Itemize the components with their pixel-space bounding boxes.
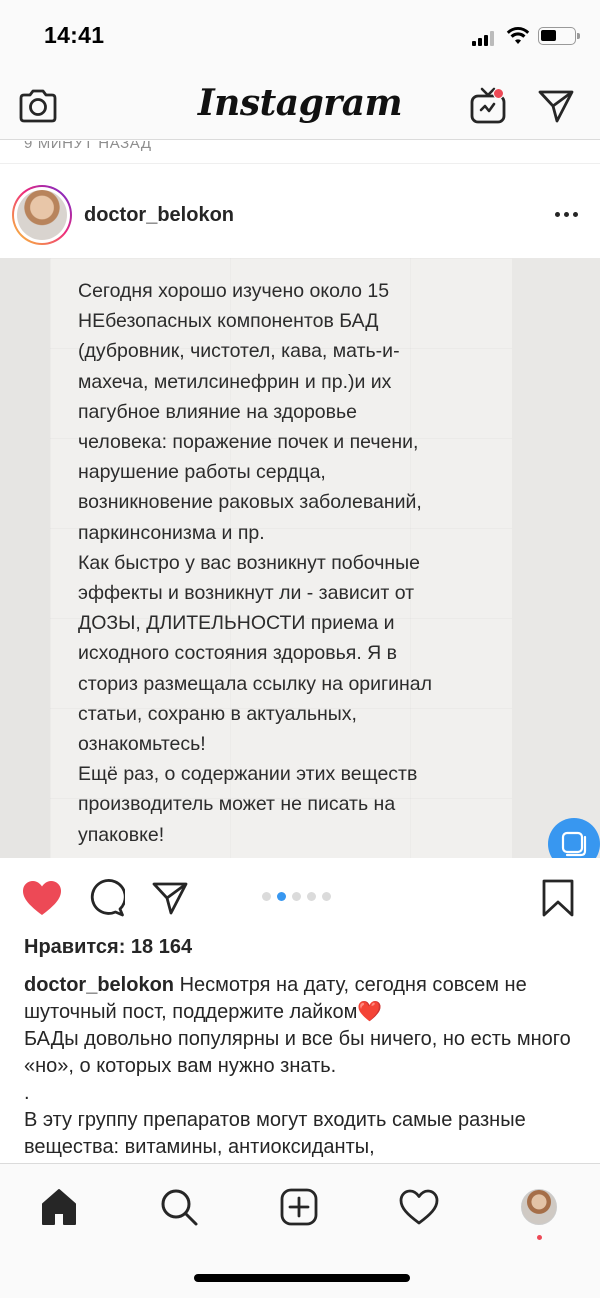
home-icon (42, 1189, 76, 1225)
notification-dot (493, 88, 504, 99)
save-button[interactable] (536, 876, 580, 920)
carousel-dot (292, 892, 301, 901)
carousel-dot-active (277, 892, 286, 901)
avatar[interactable] (12, 185, 72, 245)
profile-notification-dot (537, 1235, 542, 1240)
instagram-logo: Instagram (197, 82, 403, 124)
post-header: doctor_belokon (0, 175, 600, 257)
carousel-dot (322, 892, 331, 901)
previous-post-timestamp: 9 МИНУТ НАЗАД (0, 141, 600, 163)
bookmark-icon (542, 879, 574, 917)
post-caption: doctor_belokon Несмотря на дату, сегодня… (24, 972, 584, 1162)
search-icon (161, 1189, 198, 1226)
carousel-icon (561, 831, 587, 857)
more-icon (554, 211, 560, 217)
carousel-dot (307, 892, 316, 901)
heart-filled-icon (23, 881, 61, 915)
profile-avatar (521, 1189, 557, 1225)
new-post-icon (280, 1188, 318, 1226)
wifi-icon (506, 27, 530, 44)
app-header: Instagram (0, 72, 600, 140)
nav-activity-button[interactable] (394, 1182, 444, 1232)
caption-username[interactable]: doctor_belokon (24, 974, 174, 996)
post-username[interactable]: doctor_belokon (84, 204, 234, 227)
more-options-button[interactable] (548, 199, 584, 229)
divider (0, 163, 600, 164)
send-icon (152, 882, 188, 915)
nav-new-post-button[interactable] (274, 1182, 324, 1232)
signal-icon (472, 30, 498, 46)
post-image[interactable]: Сегодня хорошо изучено около 15 НЕбезопа… (0, 258, 600, 858)
comment-icon (90, 879, 125, 917)
post-actions (0, 864, 600, 930)
carousel-indicator (262, 892, 331, 901)
status-time: 14:41 (44, 22, 105, 48)
timestamp-text: 9 МИНУТ НАЗАД (24, 141, 152, 152)
direct-message-icon (538, 90, 574, 123)
activity-heart-icon (399, 1189, 439, 1225)
post-image-text: Сегодня хорошо изучено около 15 НЕбезопа… (78, 280, 433, 846)
nav-profile-button[interactable] (514, 1182, 564, 1232)
direct-message-button[interactable] (534, 84, 578, 128)
carousel-dot (262, 892, 271, 901)
nav-home-button[interactable] (34, 1182, 84, 1232)
likes-count[interactable]: Нравится: 18 164 (24, 936, 192, 959)
bottom-navigation (0, 1163, 600, 1298)
igtv-button[interactable] (466, 84, 510, 128)
battery-icon (538, 27, 580, 45)
caption-paragraph: В эту группу препаратов могут входить са… (24, 1109, 526, 1158)
nav-search-button[interactable] (154, 1182, 204, 1232)
share-button[interactable] (148, 876, 192, 920)
home-indicator[interactable] (194, 1274, 410, 1282)
like-button[interactable] (20, 876, 64, 920)
comment-button[interactable] (84, 876, 128, 920)
caption-separator: . (24, 1082, 30, 1104)
heart-emoji: ❤️ (357, 1001, 383, 1023)
caption-paragraph: БАДы довольно популярны и все бы ничего,… (24, 1028, 571, 1077)
status-bar: 14:41 (0, 0, 600, 72)
